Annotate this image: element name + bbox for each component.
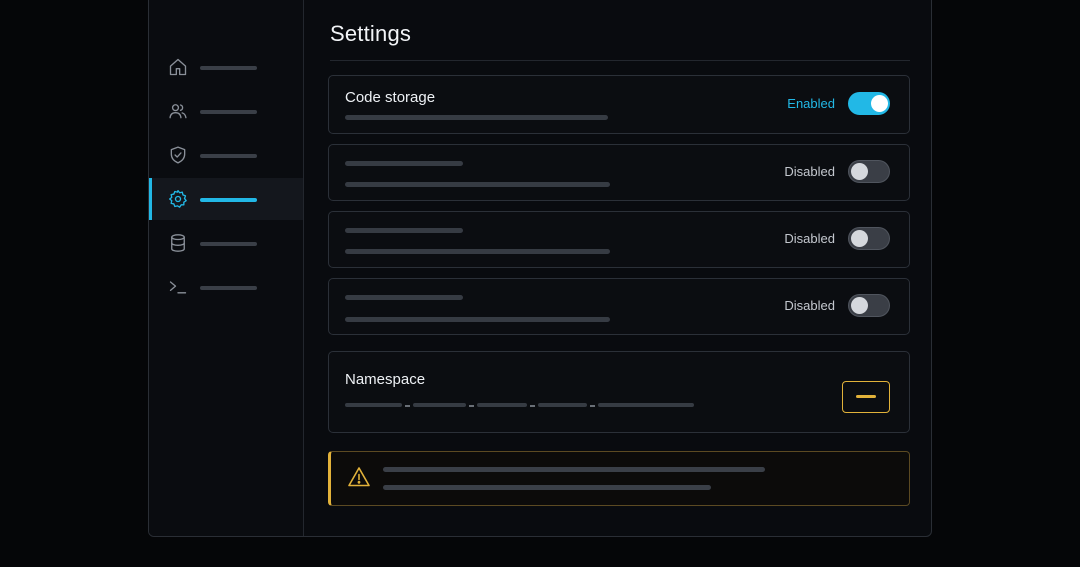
users-icon <box>168 101 188 121</box>
namespace-separator <box>405 405 410 407</box>
setting-status: Disabled <box>784 164 835 179</box>
setting-toggle[interactable] <box>848 227 890 250</box>
namespace-segment-placeholder <box>413 403 466 407</box>
sidebar-item-home[interactable] <box>149 46 303 88</box>
sidebar-item-users[interactable] <box>149 90 303 132</box>
namespace-segment-placeholder <box>345 403 402 407</box>
setting-description-placeholder <box>345 182 610 187</box>
sidebar-item-database[interactable] <box>149 222 303 264</box>
toggle-knob <box>851 230 868 247</box>
setting-description-placeholder <box>345 317 610 322</box>
namespace-separator <box>530 405 535 407</box>
namespace-edit-button[interactable] <box>842 381 890 413</box>
gear-icon <box>168 189 188 209</box>
setting-toggle[interactable] <box>848 294 890 317</box>
setting-card-code-storage: Code storage Enabled <box>328 75 910 134</box>
sidebar-item-label-placeholder <box>200 154 257 158</box>
settings-main: Settings Code storage Enabled Disabled D… <box>305 0 931 536</box>
setting-status: Disabled <box>784 231 835 246</box>
setting-description-placeholder <box>345 115 608 120</box>
namespace-segment-placeholder <box>538 403 587 407</box>
sidebar-item-label-placeholder <box>200 66 257 70</box>
minus-icon <box>856 395 876 398</box>
sidebar-item-terminal[interactable] <box>149 266 303 308</box>
sidebar-item-label-placeholder <box>200 110 257 114</box>
warning-text-placeholder <box>383 485 711 490</box>
sidebar-item-security[interactable] <box>149 134 303 176</box>
namespace-separator <box>469 405 474 407</box>
warning-icon <box>347 465 371 489</box>
sidebar-item-settings[interactable] <box>149 178 303 220</box>
namespace-segment-placeholder <box>598 403 694 407</box>
toggle-knob <box>871 95 888 112</box>
terminal-icon <box>168 277 188 297</box>
toggle-knob <box>851 163 868 180</box>
title-divider <box>330 60 910 61</box>
setting-status: Enabled <box>787 96 835 111</box>
sidebar-item-label-placeholder <box>200 198 257 202</box>
active-indicator <box>149 178 152 220</box>
page-title: Settings <box>330 21 412 46</box>
sidebar <box>149 0 304 536</box>
setting-card: Disabled <box>328 144 910 201</box>
namespace-label: Namespace <box>345 371 426 388</box>
setting-card: Disabled <box>328 211 910 268</box>
settings-window: Settings Code storage Enabled Disabled D… <box>148 0 932 537</box>
namespace-separator <box>590 405 595 407</box>
setting-toggle[interactable] <box>848 92 890 115</box>
sidebar-item-label-placeholder <box>200 242 257 246</box>
warning-text-placeholder <box>383 467 765 472</box>
shield-icon <box>168 145 188 165</box>
sidebar-item-label-placeholder <box>200 286 257 290</box>
setting-label: Code storage <box>345 89 436 106</box>
setting-status: Disabled <box>784 298 835 313</box>
setting-label-placeholder <box>345 161 463 166</box>
setting-description-placeholder <box>345 249 610 254</box>
database-icon <box>168 233 188 253</box>
toggle-knob <box>851 297 868 314</box>
setting-card: Disabled <box>328 278 910 335</box>
setting-label-placeholder <box>345 295 463 300</box>
namespace-segment-placeholder <box>477 403 527 407</box>
namespace-card: Namespace <box>328 351 910 433</box>
home-icon <box>168 57 188 77</box>
warning-banner <box>328 451 910 506</box>
setting-label-placeholder <box>345 228 463 233</box>
setting-toggle[interactable] <box>848 160 890 183</box>
